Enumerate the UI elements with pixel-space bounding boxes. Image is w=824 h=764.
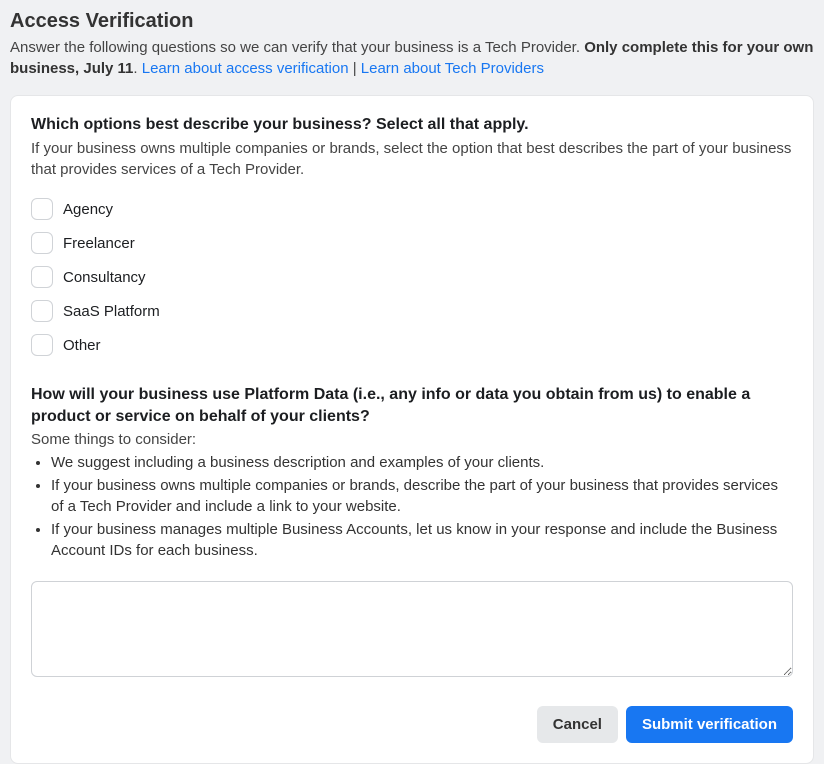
option-consultancy[interactable]: Consultancy — [31, 266, 793, 288]
learn-access-verification-link[interactable]: Learn about access verification — [142, 60, 349, 77]
option-other[interactable]: Other — [31, 334, 793, 356]
card-footer: Cancel Submit verification — [31, 706, 793, 743]
learn-tech-providers-link[interactable]: Learn about Tech Providers — [361, 60, 544, 77]
checkbox-icon — [31, 334, 53, 356]
consider-item: If your business manages multiple Busine… — [51, 519, 793, 561]
cancel-button[interactable]: Cancel — [537, 706, 618, 743]
option-agency[interactable]: Agency — [31, 198, 793, 220]
platform-data-section: How will your business use Platform Data… — [31, 384, 793, 682]
consider-lead: Some things to consider: — [31, 431, 793, 448]
link-separator: | — [349, 60, 361, 77]
subtext-plain: Answer the following questions so we can… — [10, 39, 584, 56]
section1-desc: If your business owns multiple companies… — [31, 138, 793, 180]
page-header: Access Verification Answer the following… — [10, 10, 814, 79]
option-saas-platform[interactable]: SaaS Platform — [31, 300, 793, 322]
response-textarea[interactable] — [31, 581, 793, 677]
business-type-section: Which options best describe your busines… — [31, 116, 793, 356]
option-label: Other — [63, 337, 101, 354]
consider-item: We suggest including a business descript… — [51, 452, 793, 473]
page-title: Access Verification — [10, 10, 814, 33]
consider-list: We suggest including a business descript… — [31, 452, 793, 561]
page-subtext: Answer the following questions so we can… — [10, 37, 814, 79]
option-freelancer[interactable]: Freelancer — [31, 232, 793, 254]
checkbox-icon — [31, 266, 53, 288]
option-label: Agency — [63, 201, 113, 218]
checkbox-icon — [31, 198, 53, 220]
option-label: Consultancy — [63, 269, 146, 286]
business-type-options: Agency Freelancer Consultancy SaaS Platf… — [31, 198, 793, 356]
checkbox-icon — [31, 300, 53, 322]
option-label: Freelancer — [63, 235, 135, 252]
consider-item: If your business owns multiple companies… — [51, 475, 793, 517]
verification-card: Which options best describe your busines… — [10, 95, 814, 764]
checkbox-icon — [31, 232, 53, 254]
option-label: SaaS Platform — [63, 303, 160, 320]
submit-verification-button[interactable]: Submit verification — [626, 706, 793, 743]
section1-title: Which options best describe your busines… — [31, 116, 793, 134]
subtext-after-bold: . — [133, 60, 141, 77]
section2-title: How will your business use Platform Data… — [31, 384, 793, 427]
